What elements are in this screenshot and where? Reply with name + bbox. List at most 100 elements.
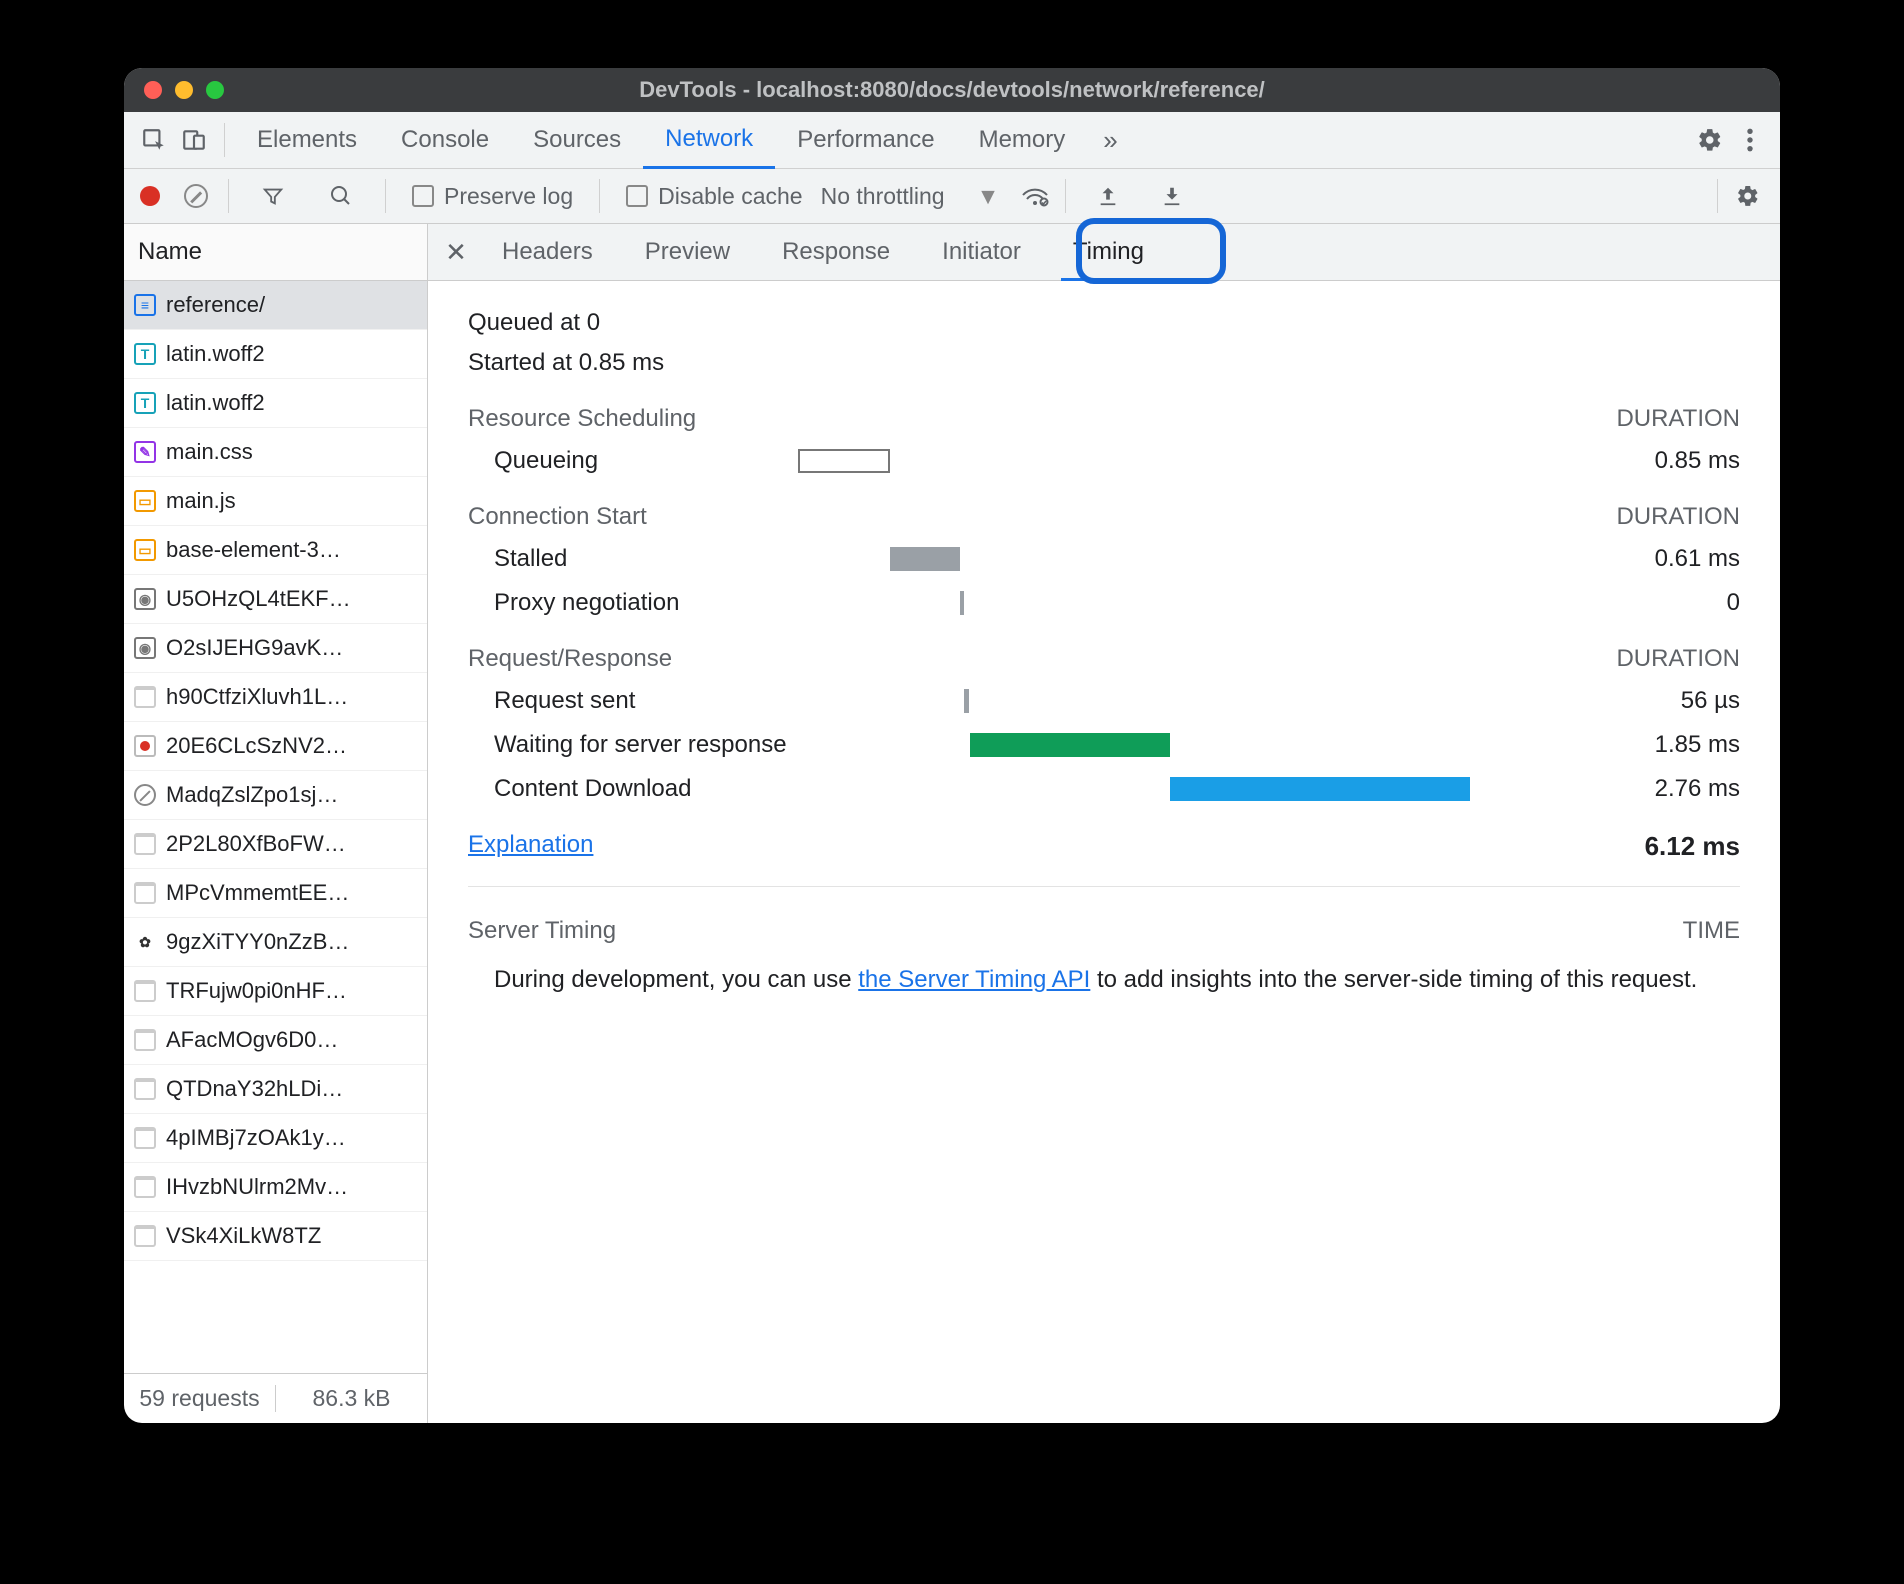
request-row[interactable]: ✎main.css [124,428,427,477]
request-name: QTDnaY32hLDi… [166,1076,343,1102]
request-name: IHvzbNUlrm2Mv… [166,1174,348,1200]
request-name: VSk4XiLkW8TZ [166,1223,321,1249]
request-row[interactable]: ✿ 9gzXiTYY0nZzB… [124,918,427,967]
disable-cache-label: Disable cache [658,183,802,210]
request-row[interactable]: h90CtfziXluvh1L… [124,673,427,722]
request-name: AFacMOgv6D0… [166,1027,338,1053]
blank-file-icon [134,1078,156,1100]
doc-file-icon: ≡ [134,294,156,316]
request-row[interactable]: Tlatin.woff2 [124,379,427,428]
request-name: base-element-3… [166,537,341,563]
preserve-log-checkbox[interactable]: Preserve log [412,183,573,210]
tab-memory[interactable]: Memory [957,112,1088,169]
request-row[interactable]: VSk4XiLkW8TZ [124,1212,427,1261]
request-row[interactable]: 2P2L80XfBoFW… [124,820,427,869]
blank-file-icon [134,1225,156,1247]
timing-panel: Queued at 0 Started at 0.85 ms Resource … [428,281,1780,1423]
requests-list[interactable]: ≡reference/Tlatin.woff2Tlatin.woff2✎main… [124,281,427,1373]
timing-value: 1.85 ms [1570,731,1740,759]
explanation-link[interactable]: Explanation [468,831,593,862]
request-name: reference/ [166,292,265,318]
kebab-menu-icon[interactable] [1730,120,1770,160]
disable-cache-checkbox[interactable]: Disable cache [626,183,802,210]
upload-har-icon[interactable] [1088,176,1128,216]
request-name: h90CtfziXluvh1L… [166,684,348,710]
queued-at-text: Queued at 0 [468,309,1740,337]
tab-elements[interactable]: Elements [235,112,379,169]
search-icon[interactable] [321,176,361,216]
blank-file-icon [134,686,156,708]
server-timing-col: TIME [1683,917,1740,945]
detail-tab-initiator[interactable]: Initiator [916,224,1047,281]
timing-value: 0.85 ms [1570,447,1740,475]
request-row[interactable]: MPcVmmemtEE… [124,869,427,918]
more-tabs-icon[interactable]: » [1087,125,1133,156]
request-name: main.css [166,439,253,465]
throttling-select[interactable]: No throttling ▼ [821,183,1000,210]
font-file-icon: T [134,343,156,365]
request-row[interactable]: MadqZslZpo1sj… [124,771,427,820]
server-note-text-1: During development, you can use [494,966,858,993]
request-row[interactable]: ▭main.js [124,477,427,526]
img-file-icon: ◉ [134,637,156,659]
request-row[interactable]: Tlatin.woff2 [124,330,427,379]
detail-tab-preview[interactable]: Preview [619,224,756,281]
request-name: latin.woff2 [166,390,265,416]
total-time: 6.12 ms [1645,831,1740,862]
request-row[interactable]: ◉U5OHzQL4tEKF… [124,575,427,624]
status-transfer: 86.3 kB [276,1385,427,1412]
duration-col: DURATION [1616,645,1740,673]
timing-bar [960,591,964,615]
timing-label: Request sent [468,687,798,715]
download-har-icon[interactable] [1152,176,1192,216]
status-requests: 59 requests [124,1385,276,1412]
timing-row: Content Download2.76 ms [468,775,1740,803]
timing-bar-track [798,687,1570,715]
request-name: 9gzXiTYY0nZzB… [166,929,349,955]
request-row[interactable]: QTDnaY32hLDi… [124,1065,427,1114]
settings-gear-icon[interactable] [1690,120,1730,160]
request-row[interactable]: IHvzbNUlrm2Mv… [124,1163,427,1212]
detail-pane: ✕ Headers Preview Response Initiator Tim… [428,224,1780,1423]
request-name: 2P2L80XfBoFW… [166,831,346,857]
section-title: Connection Start [468,503,1616,531]
font-file-icon: T [134,392,156,414]
section-title: Request/Response [468,645,1616,673]
request-row[interactable]: ≡ reference/ [124,281,427,330]
detail-tab-timing[interactable]: Timing [1047,224,1170,281]
divider [1717,179,1718,213]
network-conditions-icon[interactable] [1015,176,1055,216]
request-row[interactable]: 4pIMBj7zOAk1y… [124,1114,427,1163]
request-name: 20E6CLcSzNV2… [166,733,347,759]
filter-icon[interactable] [253,176,293,216]
section-title: Resource Scheduling [468,405,1616,433]
close-detail-icon[interactable]: ✕ [436,237,476,268]
timing-row: Proxy negotiation0 [468,589,1740,617]
request-row[interactable]: ▭base-element-3… [124,526,427,575]
clear-icon[interactable] [184,184,208,208]
ban-file-icon [134,784,156,806]
request-row[interactable]: AFacMOgv6D0… [124,1016,427,1065]
tab-sources[interactable]: Sources [511,112,643,169]
detail-tab-response[interactable]: Response [756,224,916,281]
checkbox-icon [626,185,648,207]
server-timing-api-link[interactable]: the Server Timing API [858,966,1090,993]
request-row[interactable]: 20E6CLcSzNV2… [124,722,427,771]
tab-console[interactable]: Console [379,112,511,169]
detail-tab-headers[interactable]: Headers [476,224,619,281]
divider [224,123,225,157]
request-row[interactable]: ◉O2sIJEHG9avK… [124,624,427,673]
network-settings-gear-icon[interactable] [1728,176,1768,216]
column-header-name[interactable]: Name [124,224,427,281]
timing-value: 0.61 ms [1570,545,1740,573]
tab-network[interactable]: Network [643,112,775,169]
chevron-down-icon: ▼ [977,183,1000,210]
inspect-element-icon[interactable] [134,120,174,160]
device-toolbar-icon[interactable] [174,120,214,160]
timing-value: 2.76 ms [1570,775,1740,803]
gear-file-icon: ✿ [134,931,156,953]
request-row[interactable]: TRFujw0pi0nHF… [124,967,427,1016]
record-icon[interactable] [140,186,160,206]
divider [1065,179,1066,213]
tab-performance[interactable]: Performance [775,112,956,169]
